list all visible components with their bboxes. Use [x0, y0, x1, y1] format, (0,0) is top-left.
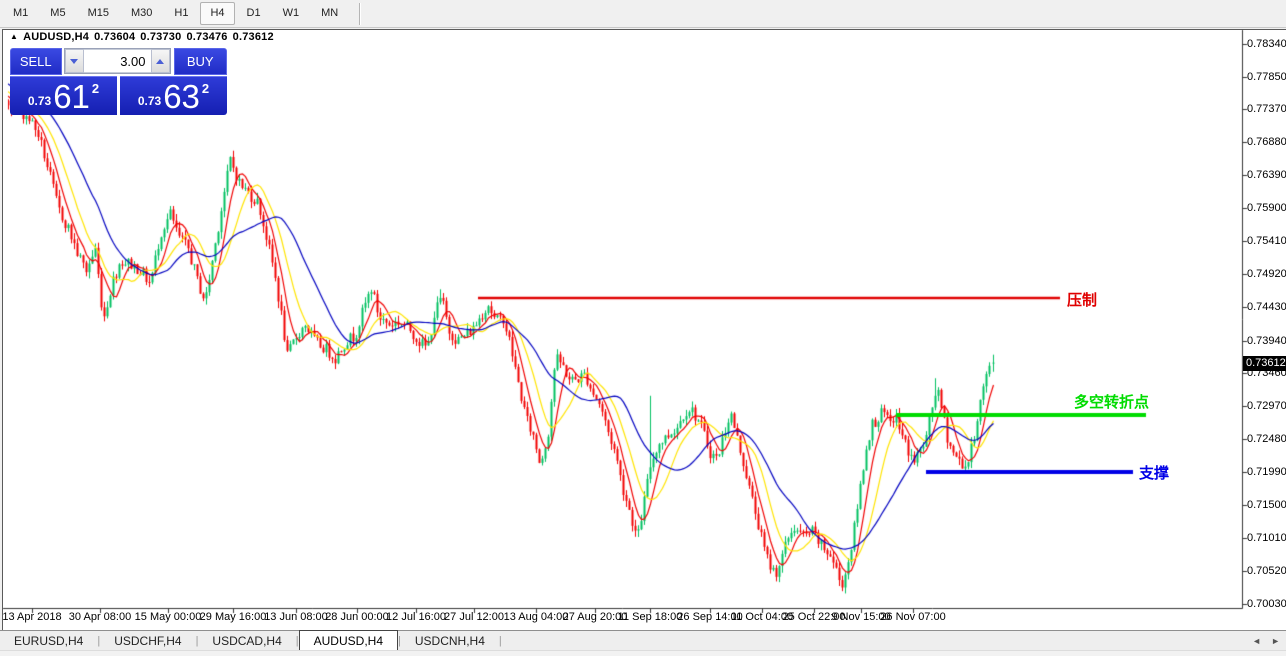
current-price-badge: 0.73612 [1243, 356, 1286, 371]
price-axis-label: 0.74430 [1247, 301, 1286, 313]
timeframe-button-m1[interactable]: M1 [3, 2, 38, 25]
sell-price-pips: 61 [53, 82, 90, 112]
price-axis-label: 0.70520 [1247, 565, 1286, 577]
time-axis-label: 30 Apr 08:00 [69, 611, 131, 623]
annotation-label-pivot[interactable]: 多空转折点 [1074, 391, 1149, 412]
time-axis-label: 27 Jul 12:00 [444, 611, 504, 623]
price-axis-label: 0.71500 [1247, 499, 1286, 511]
volume-increase-button[interactable] [151, 49, 170, 73]
price-axis-label: 0.71990 [1247, 466, 1286, 478]
tab-scroll-right-icon[interactable]: ► [1271, 636, 1280, 646]
buy-price-prefix: 0.73 [138, 94, 161, 108]
price-axis-label: 0.76390 [1247, 169, 1286, 181]
buy-price-panel[interactable]: 0.73 63 2 [120, 76, 227, 115]
price-axis-label: 0.77370 [1247, 103, 1286, 115]
tab-separator: | [499, 635, 502, 647]
price-axis-label: 0.72480 [1247, 433, 1286, 445]
time-axis-label: 12 Jul 16:00 [386, 611, 446, 623]
bottom-strip [0, 650, 1286, 656]
price-axis-label: 0.77850 [1247, 71, 1286, 83]
arrow-up-icon [156, 59, 164, 64]
price-axis-label: 0.78340 [1247, 38, 1286, 50]
volume-input[interactable]: 3.00 [84, 49, 151, 73]
timeframe-button-m30[interactable]: M30 [121, 2, 162, 25]
timeframe-button-m5[interactable]: M5 [40, 2, 75, 25]
one-click-trading-panel: SELL 3.00 BUY 0.73 61 2 0.73 63 2 [10, 48, 227, 115]
price-axis-label: 0.70030 [1247, 598, 1286, 610]
timeframe-button-d1[interactable]: D1 [237, 2, 271, 25]
timeframe-button-m15[interactable]: M15 [78, 2, 119, 25]
arrow-down-icon [70, 59, 78, 64]
timeframe-button-h4[interactable]: H4 [200, 2, 234, 25]
tab-usdcnhh4[interactable]: USDCNH,H4 [401, 631, 499, 650]
timeframe-button-h1[interactable]: H1 [164, 2, 198, 25]
sell-price-panel[interactable]: 0.73 61 2 [10, 76, 117, 115]
price-axis-label: 0.71010 [1247, 532, 1286, 544]
tab-usdcadh4[interactable]: USDCAD,H4 [198, 631, 295, 650]
annotation-label-support[interactable]: 支撑 [1139, 462, 1169, 483]
ohlc-open: 0.73604 [94, 31, 135, 43]
tab-usdchfh4[interactable]: USDCHF,H4 [100, 631, 195, 650]
chart-header: ▲ AUDUSD,H4 0.73604 0.73730 0.73476 0.73… [10, 31, 274, 43]
chart-symbol-period: AUDUSD,H4 [23, 31, 89, 43]
time-axis-label: 15 May 00:00 [135, 611, 202, 623]
chart-tabs-bar: EURUSD,H4|USDCHF,H4|USDCAD,H4|AUDUSD,H4|… [0, 630, 1286, 650]
time-axis-label: 29 May 16:00 [200, 611, 267, 623]
annotation-label-resistance[interactable]: 压制 [1067, 289, 1097, 310]
price-axis-label: 0.75900 [1247, 202, 1286, 214]
price-axis-label: 0.75410 [1247, 235, 1286, 247]
time-axis-label: 11 Sep 18:00 [618, 611, 683, 623]
ohlc-high: 0.73730 [140, 31, 181, 43]
sell-price-point: 2 [92, 81, 99, 96]
timeframe-toolbar: M1M5M15M30H1H4D1W1MN [0, 0, 1286, 28]
time-axis-label: 28 Jun 00:00 [325, 611, 389, 623]
sell-button[interactable]: SELL [10, 48, 62, 75]
buy-price-point: 2 [202, 81, 209, 96]
ohlc-close: 0.73612 [233, 31, 274, 43]
timeframe-button-w1[interactable]: W1 [273, 2, 310, 25]
toolbar-separator [359, 3, 360, 25]
price-axis-label: 0.76880 [1247, 136, 1286, 148]
tab-audusdh4[interactable]: AUDUSD,H4 [299, 630, 398, 650]
price-axis-label: 0.72970 [1247, 400, 1286, 412]
time-axis-label: 13 Aug 04:00 [504, 611, 569, 623]
timeframe-button-mn[interactable]: MN [311, 2, 348, 25]
volume-decrease-button[interactable] [65, 49, 84, 73]
time-axis-label: 13 Jun 08:00 [264, 611, 328, 623]
buy-price-pips: 63 [163, 82, 200, 112]
buy-button[interactable]: BUY [174, 48, 228, 75]
volume-stepper: 3.00 [64, 48, 171, 74]
ohlc-low: 0.73476 [186, 31, 227, 43]
sell-price-prefix: 0.73 [28, 94, 51, 108]
chart-dropdown-arrow-icon[interactable]: ▲ [10, 32, 18, 41]
price-axis-label: 0.73940 [1247, 335, 1286, 347]
tab-scroll-left-icon[interactable]: ◄ [1252, 636, 1261, 646]
time-axis-label: 13 Apr 2018 [2, 611, 61, 623]
tab-eurusdh4[interactable]: EURUSD,H4 [0, 631, 97, 650]
price-axis-label: 0.74920 [1247, 268, 1286, 280]
time-axis-label: 26 Nov 07:00 [880, 611, 945, 623]
